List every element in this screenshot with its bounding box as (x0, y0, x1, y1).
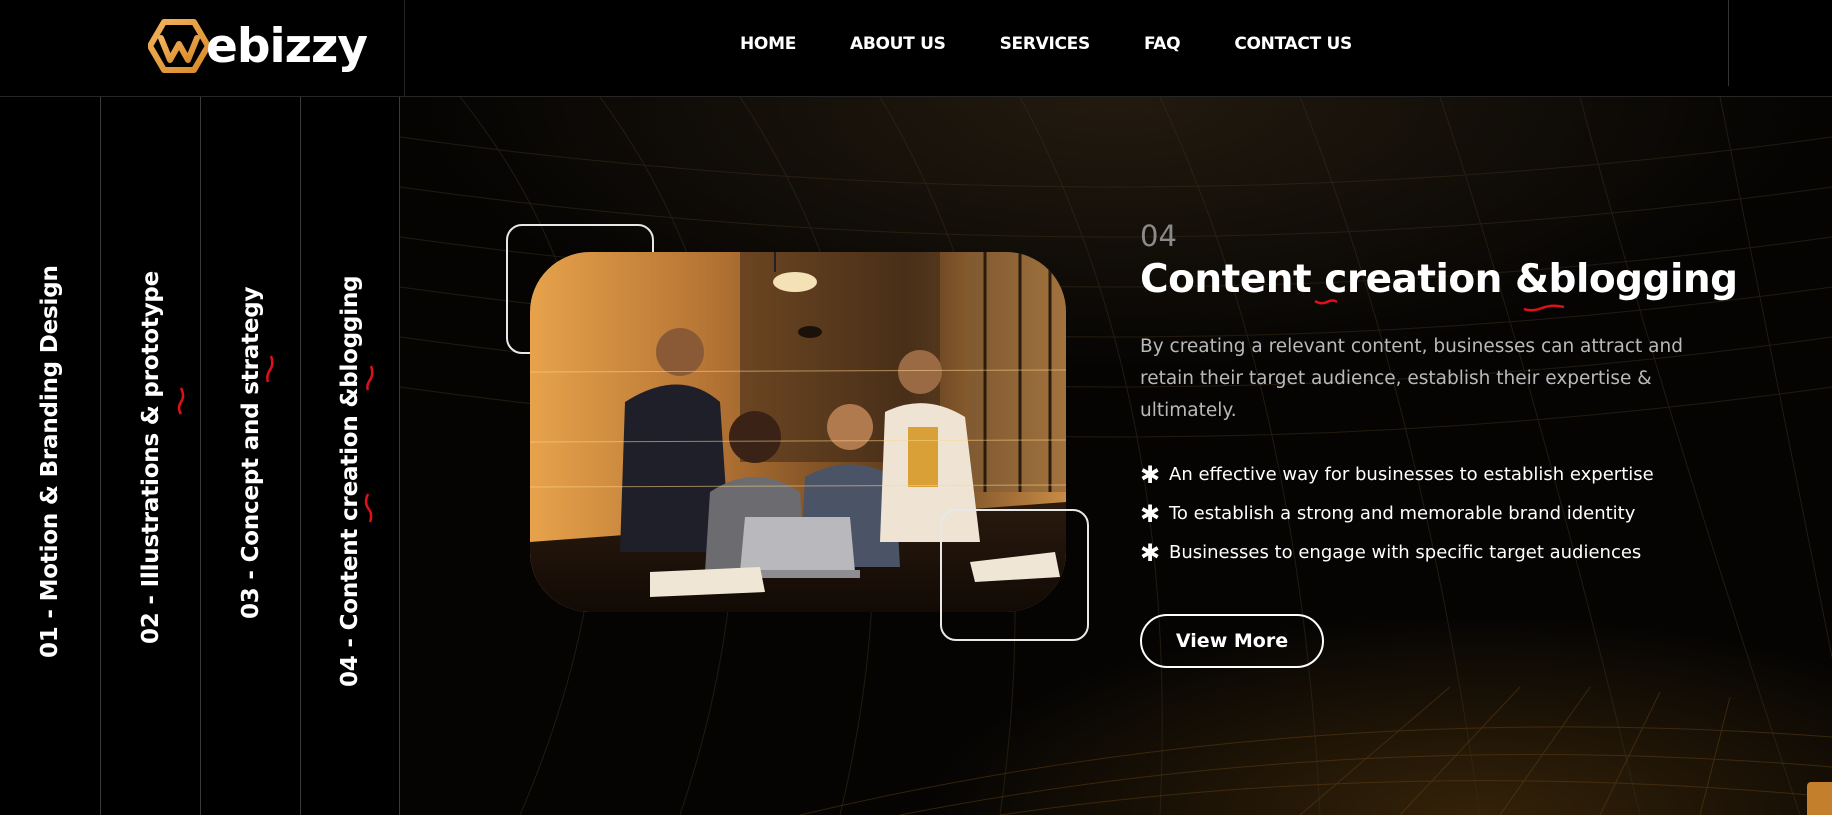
list-item: ✱ An effective way for businesses to est… (1140, 455, 1654, 494)
nav-about-us[interactable]: ABOUT US (850, 34, 946, 54)
tab-label: 01 - Motion & Branding Design (37, 265, 63, 658)
logo-text: ebizzy (206, 18, 368, 74)
logo-cell: ebizzy (0, 0, 405, 97)
header-divider (1728, 0, 1729, 86)
nav-services[interactable]: SERVICES (1000, 34, 1091, 54)
bullet-text: Businesses to engage with specific targe… (1169, 542, 1642, 563)
service-tabs: 01 - Motion & Branding Design 02 - Illus… (0, 97, 400, 815)
decorative-frame-bottom-right (940, 509, 1089, 641)
service-description: By creating a relevant content, business… (1140, 336, 1683, 421)
site-logo[interactable]: ebizzy (148, 18, 368, 74)
service-bullet-list: ✱ An effective way for businesses to est… (1140, 455, 1654, 572)
bullet-text: An effective way for businesses to estab… (1169, 464, 1654, 485)
service-title: Content creation &blogging (1140, 257, 1738, 302)
tab-motion-branding[interactable]: 01 - Motion & Branding Design (0, 97, 101, 815)
tab-label: 03 - Concept and strategy (237, 286, 264, 619)
tab-label: 02 - Illustrations & prototype (137, 270, 164, 644)
view-more-button[interactable]: View More (1140, 614, 1324, 668)
nav-contact-us[interactable]: CONTACT US (1234, 34, 1352, 54)
nav-faq[interactable]: FAQ (1144, 34, 1181, 54)
tab-label: 04 - Content creation &blogging (337, 275, 363, 687)
asterisk-icon: ✱ (1140, 460, 1161, 489)
list-item: ✱ To establish a strong and memorable br… (1140, 494, 1654, 533)
main-nav: HOME ABOUT US SERVICES FAQ CONTACT US (740, 34, 1352, 54)
page: ebizzy HOME ABOUT US SERVICES FAQ CONTAC… (0, 0, 1832, 815)
service-number: 04 (1140, 219, 1177, 253)
tab-concept-strategy[interactable]: 03 - Concept and strategy (201, 97, 301, 815)
tab-content-creation[interactable]: 04 - Content creation &blogging (301, 97, 400, 815)
site-header: ebizzy HOME ABOUT US SERVICES FAQ CONTAC… (0, 0, 1832, 97)
scroll-to-top-button[interactable] (1807, 782, 1832, 815)
hexagon-w-logo-icon (148, 19, 210, 73)
asterisk-icon: ✱ (1140, 538, 1161, 567)
list-item: ✱ Businesses to engage with specific tar… (1140, 533, 1654, 572)
bullet-text: To establish a strong and memorable bran… (1169, 503, 1636, 524)
tab-illustrations-prototype[interactable]: 02 - Illustrations & prototype (101, 97, 201, 815)
nav-home[interactable]: HOME (740, 34, 796, 54)
asterisk-icon: ✱ (1140, 499, 1161, 528)
